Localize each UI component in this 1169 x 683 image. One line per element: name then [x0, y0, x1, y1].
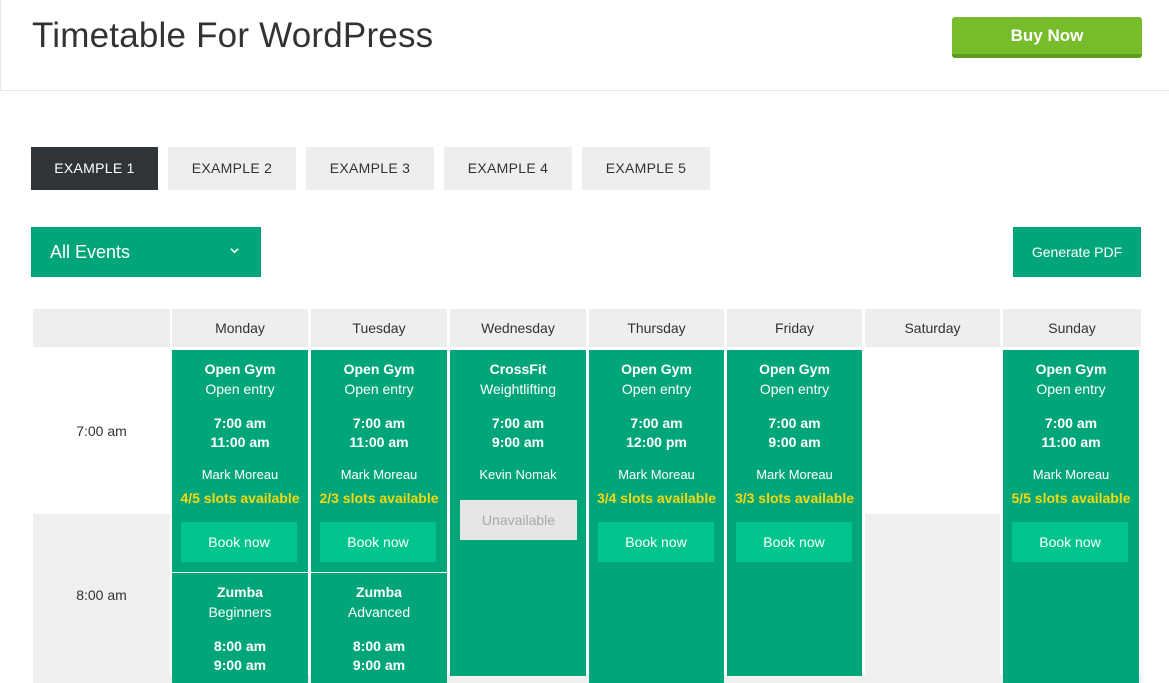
day-header-saturday: Saturday [865, 309, 1000, 347]
tab-example-3[interactable]: EXAMPLE 3 [306, 147, 434, 190]
event-title: Open Gym [759, 361, 830, 377]
event-start-time: 7:00 am [352, 415, 406, 431]
event-start-time: 7:00 am [491, 415, 545, 431]
event-start-time: 7:00 am [1044, 415, 1098, 431]
day-header-thursday: Thursday [589, 309, 724, 347]
day-header-tuesday: Tuesday [311, 309, 447, 347]
corner-header-cell [33, 309, 170, 347]
event-start-time: 7:00 am [213, 415, 267, 431]
tab-example-5[interactable]: EXAMPLE 5 [582, 147, 710, 190]
event-start-time: 7:00 am [630, 415, 683, 431]
event-host: Mark Moreau [1032, 467, 1110, 482]
event-host: Mark Moreau [756, 467, 833, 482]
event-subtitle: Open entry [759, 381, 830, 397]
page-header: Timetable For WordPress Buy Now [0, 0, 1169, 91]
event-card[interactable]: Open Gym Open entry 7:00 am 11:00 am Mar… [311, 350, 447, 572]
event-end-time: 12:00 pm [626, 434, 687, 450]
book-now-button[interactable]: Book now [181, 522, 297, 562]
day-header-monday: Monday [172, 309, 308, 347]
event-card[interactable]: Open Gym Open entry 7:00 am 11:00 am Mar… [1003, 350, 1139, 683]
event-card[interactable]: Open Gym Open entry 7:00 am 12:00 pm Mar… [589, 350, 724, 683]
event-slots: 5/5 slots available [1011, 490, 1131, 506]
event-end-time: 11:00 am [210, 434, 270, 450]
event-title: Open Gym [204, 361, 276, 377]
event-subtitle: Open entry [344, 381, 414, 397]
event-subtitle: Beginners [208, 604, 272, 620]
day-header-wednesday: Wednesday [450, 309, 586, 347]
event-title: Open Gym [1035, 361, 1107, 377]
event-end-time: 11:00 am [349, 434, 409, 450]
event-title: Zumba [217, 584, 263, 600]
tab-example-1[interactable]: EXAMPLE 1 [31, 147, 158, 190]
event-card[interactable]: Zumba Advanced 8:00 am 9:00 am [311, 573, 447, 683]
event-host: Mark Moreau [340, 467, 418, 482]
event-slots: 3/3 slots available [734, 490, 855, 506]
event-subtitle: Open entry [1036, 381, 1106, 397]
book-now-button[interactable]: Book now [736, 522, 852, 562]
event-filter-dropdown[interactable]: All Events [31, 227, 261, 277]
event-host: Kevin Nomak [479, 467, 557, 482]
event-subtitle: Weightlifting [479, 381, 556, 397]
day-header-friday: Friday [727, 309, 862, 347]
tab-example-4[interactable]: EXAMPLE 4 [444, 147, 572, 190]
event-title: Zumba [356, 584, 402, 600]
event-card[interactable]: CrossFit Weightlifting 7:00 am 9:00 am K… [450, 350, 586, 676]
event-host: Mark Moreau [201, 467, 279, 482]
page-title: Timetable For WordPress [32, 16, 434, 55]
event-title: Open Gym [343, 361, 415, 377]
event-end-time: 9:00 am [352, 657, 406, 673]
event-subtitle: Open entry [205, 381, 275, 397]
book-now-button[interactable]: Book now [598, 522, 714, 562]
time-label-7am: 7:00 am [76, 423, 127, 439]
event-card[interactable]: Open Gym Open entry 7:00 am 9:00 am Mark… [727, 350, 862, 676]
event-title: CrossFit [489, 361, 547, 377]
timetable-grid: Monday Tuesday Wednesday Thursday Friday… [33, 309, 1141, 683]
event-end-time: 9:00 am [491, 434, 545, 450]
event-card[interactable]: Zumba Beginners 8:00 am 9:00 am [172, 573, 308, 683]
buy-now-button[interactable]: Buy Now [952, 17, 1142, 58]
event-slots: 3/4 slots available [596, 490, 717, 506]
time-label-8am: 8:00 am [76, 587, 127, 603]
event-end-time: 9:00 am [768, 434, 821, 450]
event-slots: 2/3 slots available [319, 490, 439, 506]
saturday-row-band [865, 514, 1000, 678]
day-header-sunday: Sunday [1003, 309, 1141, 347]
event-host: Mark Moreau [618, 467, 695, 482]
book-now-button[interactable]: Book now [320, 522, 436, 562]
event-start-time: 8:00 am [352, 638, 406, 654]
chevron-down-icon [230, 248, 239, 254]
book-now-button[interactable]: Book now [1012, 522, 1128, 562]
event-filter-value: All Events [50, 242, 131, 262]
tab-example-2[interactable]: EXAMPLE 2 [168, 147, 296, 190]
event-slots: 4/5 slots available [180, 490, 300, 506]
event-start-time: 8:00 am [213, 638, 267, 654]
event-start-time: 7:00 am [768, 415, 821, 431]
event-subtitle: Open entry [621, 381, 692, 397]
unavailable-button: Unavailable [460, 500, 577, 540]
generate-pdf-button[interactable]: Generate PDF [1013, 227, 1141, 277]
event-subtitle: Advanced [347, 604, 411, 620]
event-end-time: 11:00 am [1041, 434, 1101, 450]
event-card[interactable]: Open Gym Open entry 7:00 am 11:00 am Mar… [172, 350, 308, 572]
event-title: Open Gym [621, 361, 692, 377]
event-end-time: 9:00 am [213, 657, 267, 673]
